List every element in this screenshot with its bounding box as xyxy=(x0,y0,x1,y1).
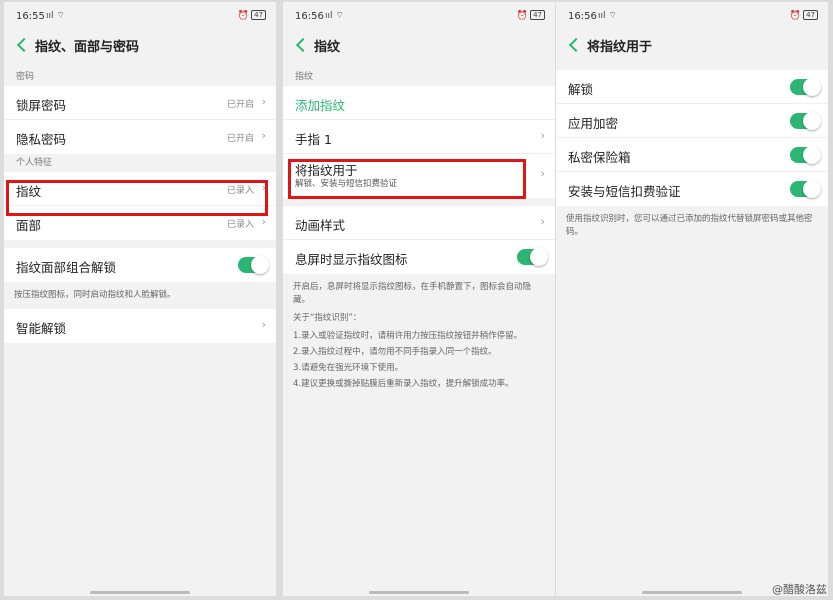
row-status: 已录入 xyxy=(227,217,254,230)
highlight-box xyxy=(288,159,526,199)
alarm-icon: ⏰ xyxy=(238,11,249,21)
display-card: 动画样式 › 息屏时显示指纹图标 xyxy=(283,206,555,274)
unlock-toggle[interactable] xyxy=(790,79,820,95)
back-arrow-icon[interactable] xyxy=(16,35,30,55)
settings-screen-use-fingerprint-for: 16:56 ııl ⌔ ⏰47 将指纹用于 解锁 应用加密 私密保险箱 安装与短… xyxy=(556,2,828,596)
status-bar: 16:55 ııl ⌔ ⏰47 xyxy=(4,2,276,30)
title-bar: 将指纹用于 xyxy=(556,30,828,60)
status-bar: 16:56 ııl ⌔ ⏰47 xyxy=(283,2,555,30)
note-line: 4.建议更换或撕掉贴膜后重新录入指纹，提升解锁成功率。 xyxy=(293,378,545,391)
home-indicator xyxy=(369,591,469,594)
note-line: 2.录入指纹过程中，请勿用不同手指录入同一个指纹。 xyxy=(293,346,545,359)
add-fingerprint-label: 添加指纹 xyxy=(295,95,345,114)
combo-unlock-toggle[interactable] xyxy=(238,257,268,273)
row-label: 智能解锁 xyxy=(16,318,66,337)
show-icon-toggle[interactable] xyxy=(517,249,547,265)
battery-icon: 47 xyxy=(530,10,545,20)
title-bar: 指纹、面部与密码 xyxy=(4,30,276,60)
row-label: 动画样式 xyxy=(295,215,345,234)
watermark: @醋酸洛兹 xyxy=(772,581,827,597)
combo-unlock-note: 按压指纹图标，同时启动指纹和人脸解锁。 xyxy=(4,282,276,309)
private-safe-toggle[interactable] xyxy=(790,147,820,163)
row-label: 手指 1 xyxy=(295,129,332,148)
password-card: 锁屏密码 已开启 › 隐私密码 已开启 › xyxy=(4,86,276,154)
chevron-right-icon: › xyxy=(541,167,545,180)
row-label: 解锁 xyxy=(568,79,593,98)
row-label: 面部 xyxy=(16,215,41,234)
status-time: 16:56 xyxy=(568,11,597,22)
app-encryption-toggle[interactable] xyxy=(790,113,820,129)
combo-unlock-row: 指纹面部组合解锁 xyxy=(4,248,276,282)
home-indicator xyxy=(90,591,190,594)
privacy-password-row[interactable]: 隐私密码 已开启 › xyxy=(4,120,276,154)
row-status: 已开启 xyxy=(227,97,254,110)
combo-unlock-card: 指纹面部组合解锁 xyxy=(4,248,276,282)
title-bar: 指纹 xyxy=(283,30,555,60)
chevron-right-icon: › xyxy=(541,129,545,142)
show-icon-when-off-row: 息屏时显示指纹图标 xyxy=(283,240,555,274)
chevron-right-icon: › xyxy=(541,215,545,228)
install-sms-verify-toggle[interactable] xyxy=(790,181,820,197)
highlight-box xyxy=(6,180,268,216)
row-label: 应用加密 xyxy=(568,113,618,132)
app-encryption-row: 应用加密 xyxy=(556,104,828,138)
row-label: 隐私密码 xyxy=(16,129,66,148)
settings-screen-fingerprint: 16:56 ııl ⌔ ⏰47 指纹 指纹 添加指纹 手指 1 › 将指纹用于 … xyxy=(283,2,555,596)
row-label: 指纹面部组合解锁 xyxy=(16,257,116,276)
status-time: 16:55 xyxy=(16,11,45,22)
section-label-fingerprint: 指纹 xyxy=(283,68,555,86)
alarm-icon: ⏰ xyxy=(517,11,528,21)
note-line: 3.请避免在强光环境下使用。 xyxy=(293,362,545,375)
animation-style-row[interactable]: 动画样式 › xyxy=(283,206,555,240)
smart-unlock-card: 智能解锁 › xyxy=(4,309,276,343)
alarm-icon: ⏰ xyxy=(790,11,801,21)
page-title: 指纹 xyxy=(314,36,340,55)
page-title: 将指纹用于 xyxy=(587,36,652,55)
back-arrow-icon[interactable] xyxy=(295,35,309,55)
signal-icon: ııl ⌔ xyxy=(46,10,65,21)
row-label: 锁屏密码 xyxy=(16,95,66,114)
battery-icon: 47 xyxy=(251,10,266,20)
use-for-card: 解锁 应用加密 私密保险箱 安装与短信扣费验证 xyxy=(556,70,828,206)
status-icons: ⏰47 xyxy=(790,10,818,21)
home-indicator xyxy=(642,591,742,594)
unlock-row: 解锁 xyxy=(556,70,828,104)
note-line: 关于“指纹识别”： xyxy=(293,312,545,325)
row-label: 息屏时显示指纹图标 xyxy=(295,249,408,268)
smart-unlock-row[interactable]: 智能解锁 › xyxy=(4,309,276,343)
row-status: 已开启 xyxy=(227,131,254,144)
status-time: 16:56 xyxy=(295,11,324,22)
row-label: 安装与短信扣费验证 xyxy=(568,181,681,200)
signal-icon: ııl ⌔ xyxy=(325,10,344,21)
chevron-right-icon: › xyxy=(262,215,266,228)
back-arrow-icon[interactable] xyxy=(568,35,582,55)
page-title: 指纹、面部与密码 xyxy=(35,36,139,55)
section-label-password: 密码 xyxy=(4,68,276,86)
signal-icon: ııl ⌔ xyxy=(598,10,617,21)
lockscreen-password-row[interactable]: 锁屏密码 已开启 › xyxy=(4,86,276,120)
row-label: 私密保险箱 xyxy=(568,147,631,166)
note-line: 1.录入或验证指纹时，请稍许用力按压指纹按钮并稍作停留。 xyxy=(293,330,545,343)
chevron-right-icon: › xyxy=(262,129,266,142)
chevron-right-icon: › xyxy=(262,318,266,331)
add-fingerprint-row[interactable]: 添加指纹 xyxy=(283,86,555,120)
note-line: 开启后，息屏时将显示指纹图标，在手机静置下，图标会自动隐藏。 xyxy=(293,281,545,307)
install-sms-verify-row: 安装与短信扣费验证 xyxy=(556,172,828,206)
fingerprint-notes: 开启后，息屏时将显示指纹图标，在手机静置下，图标会自动隐藏。 关于“指纹识别”：… xyxy=(283,274,555,401)
use-for-note: 使用指纹识别时，您可以通过已添加的指纹代替锁屏密码或其他密码。 xyxy=(556,206,828,246)
finger-1-row[interactable]: 手指 1 › xyxy=(283,120,555,154)
settings-screen-fingerprint-face-password: 16:55 ııl ⌔ ⏰47 指纹、面部与密码 密码 锁屏密码 已开启 › 隐… xyxy=(4,2,276,596)
battery-icon: 47 xyxy=(803,10,818,20)
status-icons: ⏰47 xyxy=(517,10,545,21)
chevron-right-icon: › xyxy=(262,95,266,108)
status-bar: 16:56 ııl ⌔ ⏰47 xyxy=(556,2,828,30)
status-icons: ⏰47 xyxy=(238,10,266,21)
section-label-personal: 个人特征 xyxy=(4,154,276,172)
private-safe-row: 私密保险箱 xyxy=(556,138,828,172)
